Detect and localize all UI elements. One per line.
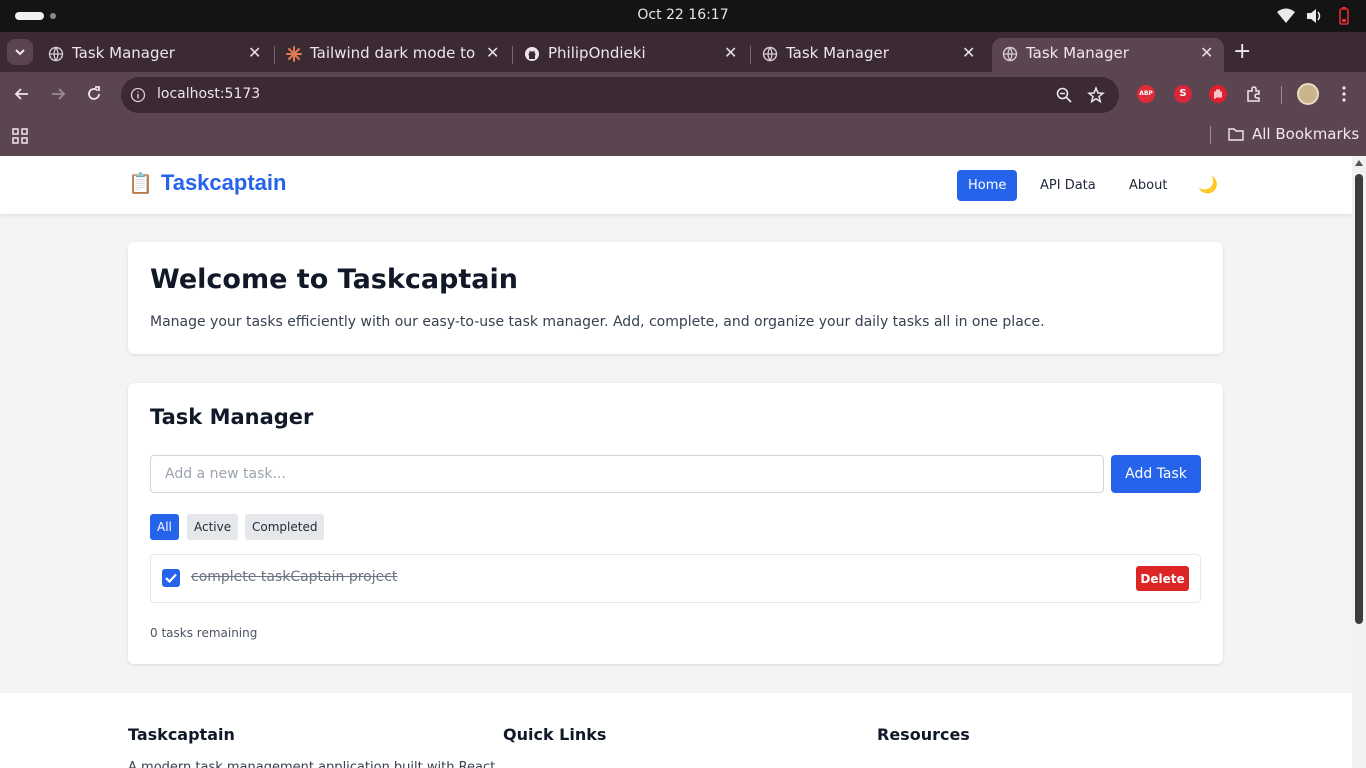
all-bookmarks-label: All Bookmarks: [1252, 125, 1360, 143]
moon-icon[interactable]: 🌙: [1198, 175, 1218, 194]
footer-quick-links-title: Quick Links: [503, 725, 607, 744]
nav-about-link[interactable]: About: [1118, 170, 1178, 201]
tab-github[interactable]: PhilipOndieki ✕: [514, 38, 750, 72]
globe-icon: [1002, 46, 1018, 62]
bookmarks-bar: All Bookmarks: [0, 116, 1366, 156]
claude-icon: [286, 46, 302, 62]
filter-active-button[interactable]: Active: [187, 514, 239, 540]
page-scrollbar[interactable]: [1352, 156, 1366, 768]
toolbar-divider: [1281, 86, 1282, 104]
filter-completed-button[interactable]: Completed: [245, 514, 325, 540]
battery-icon[interactable]: [1334, 6, 1354, 26]
app-navbar: 📋 Taskcaptain Home API Data About 🌙: [0, 156, 1352, 214]
page-footer: Taskcaptain A modern task management app…: [0, 693, 1352, 768]
tab-separator: [274, 46, 275, 64]
tasks-remaining-count: 0 tasks remaining: [150, 626, 258, 640]
tab-tailwind[interactable]: Tailwind dark mode tog ✕: [276, 38, 512, 72]
close-icon[interactable]: ✕: [962, 43, 975, 62]
tab-title: Task Manager: [786, 44, 889, 62]
footer-brand-title: Taskcaptain: [128, 725, 235, 744]
new-tab-button[interactable]: +: [1233, 39, 1251, 64]
url-text[interactable]: localhost:5173: [157, 86, 260, 102]
footer-resources-title: Resources: [877, 725, 970, 744]
add-task-button[interactable]: Add Task: [1111, 455, 1201, 493]
back-icon[interactable]: [12, 84, 32, 104]
close-icon[interactable]: ✕: [486, 43, 499, 62]
tab-strip: Task Manager ✕ Tailwind dark mode tog ✕ …: [0, 32, 1366, 72]
task-manager-card: Task Manager Add Task All Active Complet…: [128, 383, 1223, 664]
brand-name: Taskcaptain: [160, 170, 287, 195]
os-top-bar: Oct 22 16:17: [0, 0, 1366, 32]
all-bookmarks-button[interactable]: All Bookmarks: [1228, 125, 1359, 143]
folder-icon: [1228, 128, 1244, 141]
extensions-puzzle-icon[interactable]: [1245, 85, 1263, 103]
hand-extension-icon[interactable]: [1209, 85, 1227, 103]
close-icon[interactable]: ✕: [248, 43, 261, 62]
zoom-icon[interactable]: [1055, 86, 1073, 104]
welcome-card: Welcome to Taskcaptain Manage your tasks…: [128, 242, 1223, 354]
tab-task-manager-active[interactable]: Task Manager ✕: [992, 38, 1224, 72]
brand-logo[interactable]: 📋 Taskcaptain: [128, 170, 286, 196]
task-complete-checkbox[interactable]: [162, 569, 180, 587]
scroll-up-arrow[interactable]: [1355, 160, 1363, 166]
task-list-item: complete taskCaptain project Delete: [150, 554, 1201, 603]
menu-kebab-icon[interactable]: [1335, 85, 1353, 103]
tab-title: Task Manager: [72, 44, 175, 62]
os-clock[interactable]: Oct 22 16:17: [0, 7, 1366, 23]
site-info-icon[interactable]: [130, 87, 146, 103]
address-bar[interactable]: localhost:5173: [121, 77, 1119, 113]
scrollbar-thumb[interactable]: [1355, 174, 1363, 624]
bookmarks-divider: [1210, 126, 1211, 144]
tab-title: Tailwind dark mode tog: [310, 44, 476, 62]
close-icon[interactable]: ✕: [724, 43, 737, 62]
task-manager-title: Task Manager: [150, 405, 314, 429]
tab-title: PhilipOndieki: [548, 44, 646, 62]
forward-icon[interactable]: [48, 84, 68, 104]
reload-icon[interactable]: [84, 84, 104, 104]
bookmark-star-icon[interactable]: [1087, 86, 1105, 104]
footer-brand-description: A modern task management application bui…: [128, 760, 496, 768]
globe-icon: [762, 46, 778, 62]
profile-avatar[interactable]: [1297, 83, 1319, 105]
nav-api-data-link[interactable]: API Data: [1029, 170, 1107, 201]
clipboard-icon: 📋: [128, 172, 153, 195]
github-icon: [525, 47, 539, 61]
tab-separator: [750, 46, 751, 64]
extension-s-icon[interactable]: S: [1174, 85, 1192, 103]
welcome-description: Manage your tasks efficiently with our e…: [150, 314, 1045, 330]
tab-task-manager-2[interactable]: Task Manager ✕: [752, 38, 988, 72]
tab-separator: [512, 46, 513, 64]
checkmark-icon: [165, 573, 177, 584]
chevron-down-icon: [15, 49, 25, 56]
globe-icon: [48, 46, 64, 62]
close-icon[interactable]: ✕: [1200, 43, 1213, 62]
tab-search-button[interactable]: [7, 39, 33, 65]
adblock-extension-icon[interactable]: ABP: [1137, 85, 1155, 103]
tab-title: Task Manager: [1026, 44, 1129, 62]
nav-home-link[interactable]: Home: [957, 170, 1018, 201]
browser-toolbar: localhost:5173 ABP S: [0, 72, 1366, 116]
delete-task-button[interactable]: Delete: [1136, 566, 1189, 591]
tab-task-manager-1[interactable]: Task Manager ✕: [38, 38, 274, 72]
wifi-icon[interactable]: [1276, 6, 1296, 26]
filter-all-button[interactable]: All: [150, 514, 179, 540]
volume-icon[interactable]: [1304, 6, 1324, 26]
welcome-title: Welcome to Taskcaptain: [150, 264, 518, 295]
page-viewport: 📋 Taskcaptain Home API Data About 🌙 Welc…: [0, 156, 1352, 768]
apps-grid-icon[interactable]: [11, 127, 29, 145]
task-text: complete taskCaptain project: [191, 569, 398, 585]
new-task-input[interactable]: [150, 455, 1104, 493]
